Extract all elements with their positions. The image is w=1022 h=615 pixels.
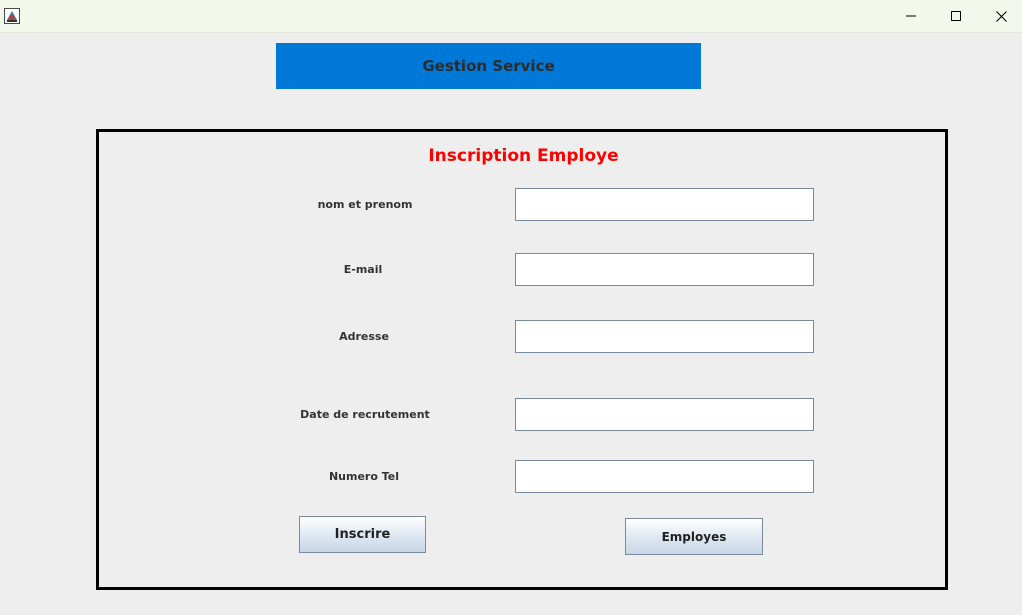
close-button[interactable] — [978, 0, 1022, 32]
phone-input[interactable] — [515, 460, 814, 493]
hire-date-input[interactable] — [515, 398, 814, 431]
hire-date-label: Date de recrutement — [300, 408, 430, 421]
title-bar — [0, 0, 1022, 33]
address-input[interactable] — [515, 320, 814, 353]
maximize-button[interactable] — [933, 0, 979, 32]
app-title: Gestion Service — [422, 57, 555, 75]
app-header-banner: Gestion Service — [276, 43, 701, 89]
minimize-button[interactable] — [888, 0, 934, 32]
register-button[interactable]: Inscrire — [299, 516, 426, 553]
email-input[interactable] — [515, 253, 814, 286]
form-title: Inscription Employe — [428, 146, 619, 166]
employees-button[interactable]: Employes — [625, 518, 763, 555]
phone-label: Numero Tel — [328, 470, 400, 483]
java-app-icon[interactable] — [4, 8, 20, 24]
address-label: Adresse — [339, 330, 389, 343]
minimize-icon — [906, 15, 916, 17]
name-input[interactable] — [515, 188, 814, 221]
email-label: E-mail — [343, 263, 383, 276]
maximize-icon — [951, 11, 961, 21]
close-icon — [995, 10, 1007, 22]
name-label: nom et prenom — [317, 198, 413, 211]
